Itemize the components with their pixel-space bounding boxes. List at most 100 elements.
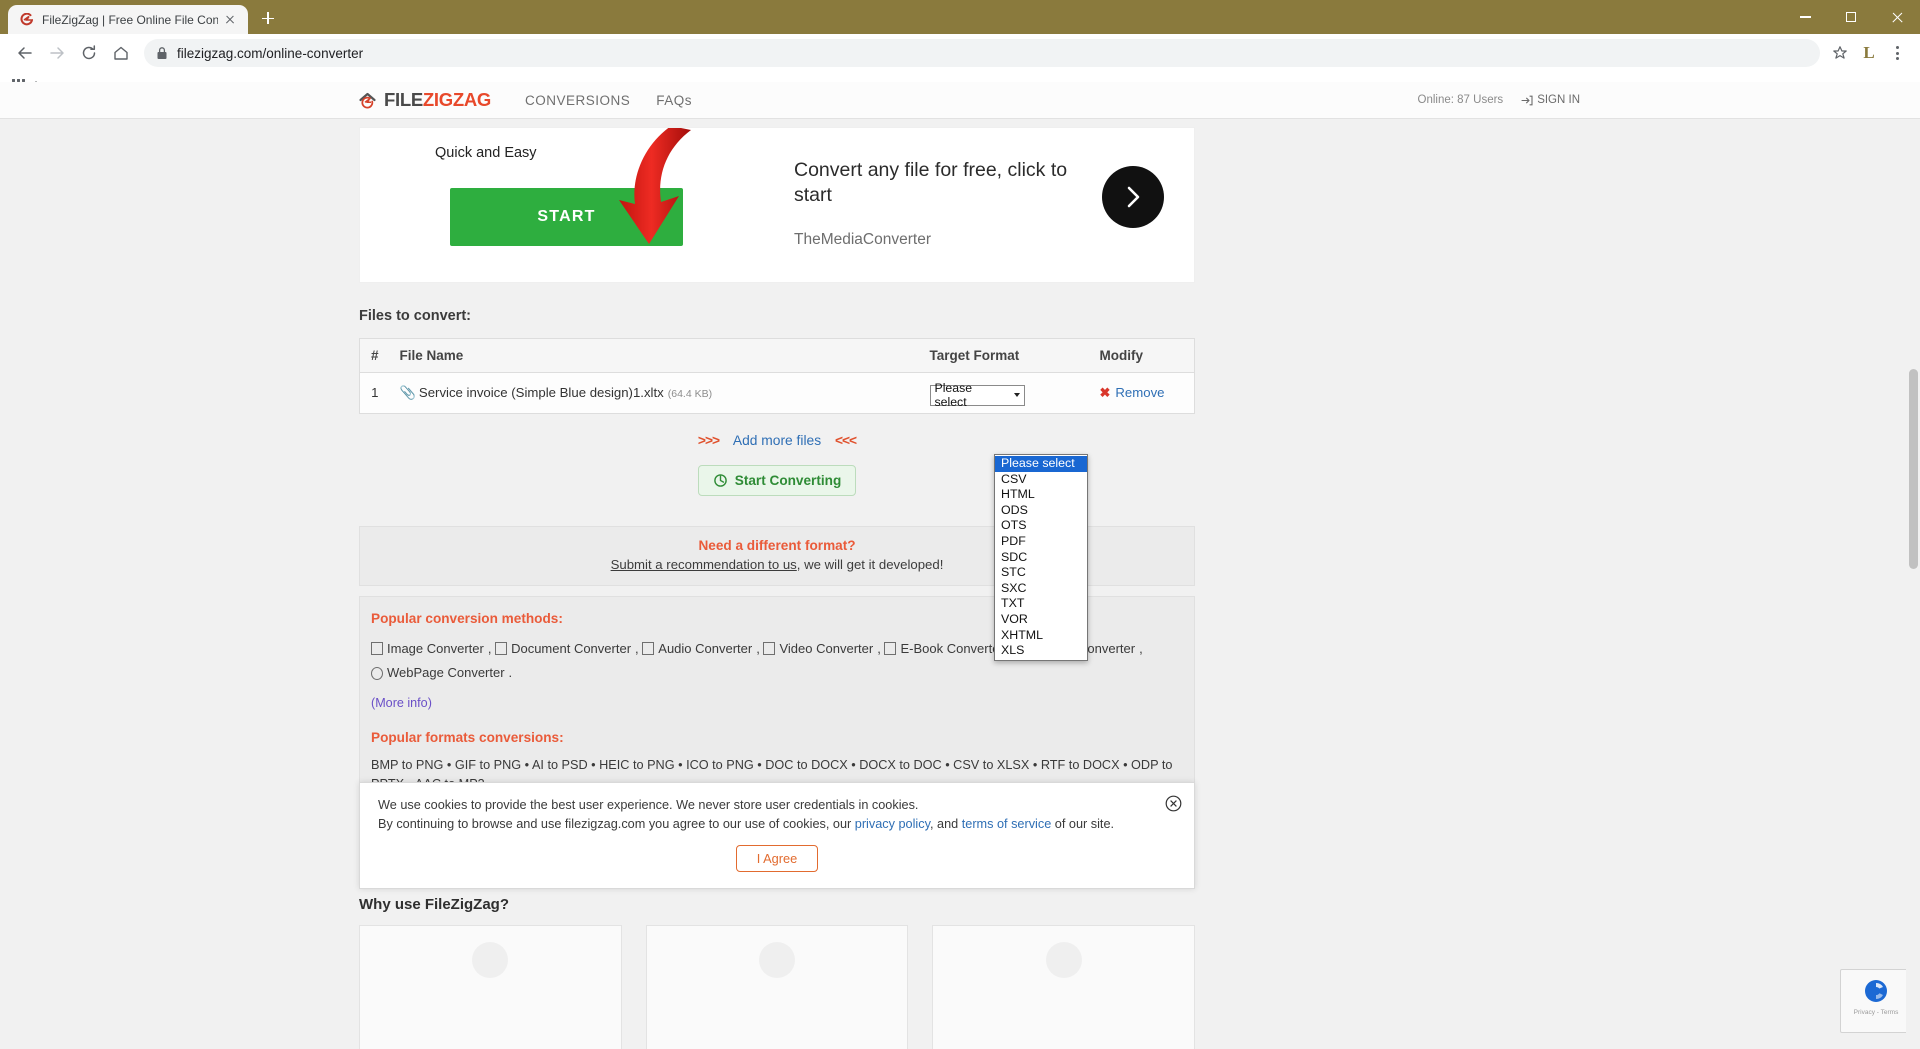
dropdown-option[interactable]: SDC	[995, 550, 1087, 566]
tab-close-icon[interactable]	[222, 12, 238, 28]
method-audio-converter[interactable]: Audio Converter,	[642, 638, 760, 660]
dropdown-option[interactable]: CSV	[995, 472, 1087, 488]
page-scrollbar[interactable]	[1906, 164, 1920, 1049]
ad-right-panel: Convert any file for free, click to star…	[792, 128, 1194, 282]
start-converting-label: Start Converting	[734, 472, 842, 488]
cookie-line-2: By continuing to browse and use filezigz…	[378, 815, 1176, 834]
nav-item-conversions[interactable]: CONVERSIONS	[525, 93, 630, 108]
popular-formats-title: Popular formats conversions:	[371, 729, 564, 745]
music-note-icon	[642, 642, 655, 655]
dropdown-option[interactable]: STC	[995, 565, 1087, 581]
remove-file-button[interactable]: ✖ Remove	[1100, 385, 1165, 401]
new-tab-button[interactable]	[254, 4, 282, 32]
filezigzag-logo-icon	[358, 91, 377, 110]
method-document-converter[interactable]: Document Converter,	[495, 638, 639, 660]
address-bar[interactable]: filezigzag.com/online-converter	[144, 39, 1820, 67]
tab-strip: FileZigZag | Free Online File Con	[0, 0, 1920, 34]
row-target-format-cell: Please select	[919, 372, 1090, 413]
maximize-button[interactable]	[1828, 0, 1874, 34]
target-format-dropdown[interactable]: Please select CSV HTML ODS OTS PDF SDC S…	[994, 454, 1088, 661]
start-converting-button[interactable]: Start Converting	[697, 464, 857, 496]
forward-icon[interactable]	[42, 38, 72, 68]
target-format-value: Please select	[934, 381, 973, 409]
method-webpage-converter[interactable]: WebPage Converter.	[371, 662, 512, 684]
window-controls	[1782, 0, 1920, 34]
browser-window: FileZigZag | Free Online File Con filezi…	[0, 0, 1920, 1049]
row-number: 1	[359, 372, 390, 413]
why-use-title: Why use FileZigZag?	[359, 896, 510, 913]
ad-left-panel: Quick and Easy START	[360, 128, 810, 282]
profile-avatar[interactable]: L	[1856, 40, 1882, 66]
url-text: filezigzag.com/online-converter	[177, 45, 364, 61]
online-users-status: Online: 87 Users	[1417, 94, 1504, 106]
dropdown-option[interactable]: TXT	[995, 596, 1087, 612]
privacy-policy-link[interactable]: privacy policy	[855, 817, 930, 831]
dropdown-option[interactable]: VOR	[995, 612, 1087, 628]
dropdown-option[interactable]: Please select	[995, 456, 1087, 472]
table-row: 1 📎 Service invoice (Simple Blue design)1…	[359, 372, 1195, 413]
document-icon	[495, 642, 508, 655]
ad-headline: Convert any file for free, click to star…	[794, 159, 1068, 206]
site-logo[interactable]: FILEZIGZAG	[358, 89, 491, 111]
i-agree-button[interactable]: I Agree	[735, 845, 819, 872]
scrollbar-thumb[interactable]	[1909, 369, 1918, 569]
method-image-converter[interactable]: Image Converter,	[371, 638, 491, 660]
recaptcha-badge: Privacy - Terms	[1840, 969, 1912, 1033]
bookmark-star-icon[interactable]	[1826, 39, 1854, 67]
method-label: Audio Converter	[658, 640, 753, 656]
more-info-link[interactable]: (More info)	[371, 696, 1183, 710]
cookie-line-2-mid: , and	[929, 817, 962, 831]
close-window-button[interactable]	[1874, 0, 1920, 34]
reload-icon[interactable]	[74, 38, 104, 68]
browser-tab[interactable]: FileZigZag | Free Online File Con	[8, 5, 248, 34]
sign-in-button[interactable]: SIGN IN	[1521, 94, 1580, 106]
cookie-line-1: We use cookies to provide the best user …	[378, 798, 919, 812]
terms-of-service-link[interactable]: terms of service	[962, 817, 1052, 831]
filezigzag-favicon	[20, 12, 34, 27]
target-format-select[interactable]: Please select	[929, 381, 1025, 409]
dropdown-option[interactable]: XHTML	[995, 628, 1087, 644]
sign-in-label: SIGN IN	[1537, 94, 1580, 106]
header-right: Online: 87 Users SIGN IN	[1418, 94, 1580, 106]
ad-play-button[interactable]	[1102, 166, 1164, 228]
card-icon	[759, 942, 795, 978]
recaptcha-icon	[1861, 976, 1891, 1006]
add-more-files-link[interactable]: Add more files	[733, 433, 821, 448]
cookie-line-2-prefix: By continuing to browse and use filezigz…	[378, 817, 855, 831]
target-format-select-wrapper: Please select	[929, 381, 1025, 409]
dropdown-option[interactable]: HTML	[995, 487, 1087, 503]
nav-item-faqs[interactable]: FAQs	[656, 93, 692, 108]
sign-in-icon	[1521, 95, 1533, 105]
dropdown-option[interactable]: SXC	[995, 581, 1087, 597]
home-icon[interactable]	[106, 38, 136, 68]
main-nav: CONVERSIONS FAQs	[525, 93, 692, 108]
card-icon	[1045, 942, 1082, 978]
red-down-arrow-icon	[619, 128, 691, 244]
chevron-right-icon	[1127, 186, 1140, 208]
close-circle-icon[interactable]	[1165, 795, 1182, 812]
browser-menu-icon[interactable]	[1884, 40, 1910, 66]
method-video-converter[interactable]: Video Converter,	[763, 638, 881, 660]
logo-prefix: FILE	[384, 89, 423, 110]
method-ebook-converter[interactable]: E-Book Converter,	[884, 638, 1011, 660]
logo-suffix: ZIGZAG	[422, 89, 491, 110]
why-use-card	[932, 925, 1196, 1049]
why-use-card	[645, 925, 909, 1049]
advertisement-banner[interactable]: Quick and Easy START Convert any file fo…	[359, 127, 1195, 283]
row-filesize: (64.4 KB)	[667, 387, 713, 400]
dropdown-option[interactable]: ODS	[995, 503, 1087, 519]
convert-gear-icon	[713, 473, 727, 487]
dropdown-option[interactable]: OTS	[995, 518, 1087, 534]
dropdown-option[interactable]: PDF	[995, 534, 1087, 550]
back-icon[interactable]	[10, 38, 40, 68]
submit-recommendation-link[interactable]: Submit a recommendation to us	[611, 557, 797, 572]
row-modify-cell: ✖ Remove	[1089, 372, 1195, 413]
method-label: Image Converter	[387, 640, 484, 656]
browser-toolbar: filezigzag.com/online-converter L	[0, 34, 1920, 72]
method-label: WebPage Converter	[387, 665, 505, 680]
minimize-button[interactable]	[1782, 0, 1828, 34]
need-different-format-suffix: , we will get it developed!	[796, 556, 944, 572]
chevrons-left-icon: <<<	[834, 432, 857, 448]
dropdown-option[interactable]: XLS	[995, 643, 1087, 659]
cookie-line-2-suffix: of our site.	[1051, 817, 1115, 831]
